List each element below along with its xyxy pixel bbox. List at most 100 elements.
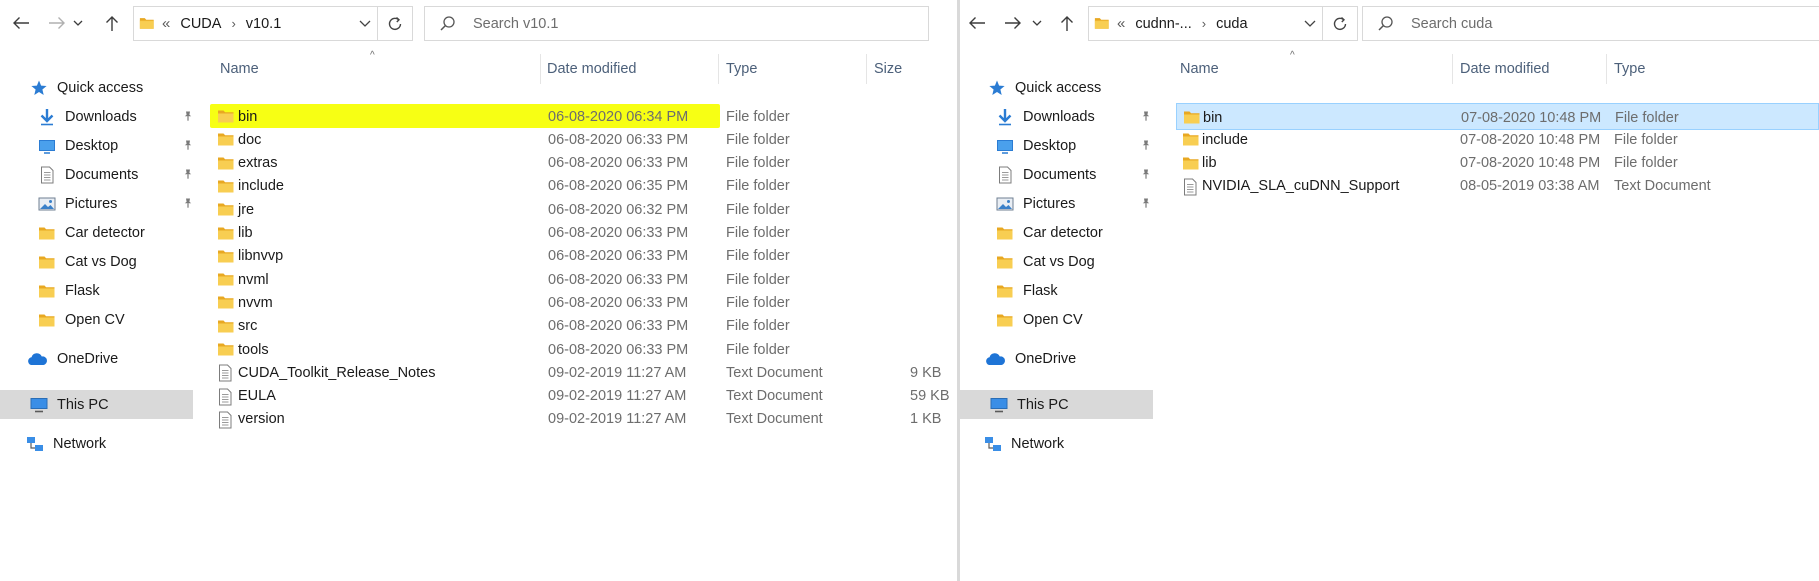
column-header-type[interactable]: Type — [726, 56, 757, 82]
sidebar-item-onedrive[interactable]: OneDrive — [26, 345, 118, 373]
forward-button[interactable] — [44, 10, 70, 36]
back-arrow-icon — [13, 17, 29, 29]
overflow-chevron[interactable]: « — [1117, 15, 1125, 32]
pin-icon[interactable] — [182, 110, 194, 122]
documents-icon — [38, 166, 56, 184]
sidebar-item-this-pc[interactable]: This PC — [0, 390, 193, 419]
search-input[interactable] — [473, 15, 773, 32]
column-header-name[interactable]: Name — [220, 56, 259, 82]
sidebar-label: OneDrive — [1015, 351, 1077, 367]
recent-locations-button[interactable] — [70, 10, 86, 36]
network-icon — [984, 435, 1002, 453]
forward-arrow-icon — [1005, 17, 1021, 29]
back-button[interactable] — [964, 10, 990, 36]
sidebar-item-pictures[interactable]: Pictures — [38, 190, 193, 218]
sidebar-item-open-cv[interactable]: Open CV — [38, 306, 125, 334]
sidebar-label: Pictures — [1023, 196, 1076, 212]
sidebar-item-desktop[interactable]: Desktop — [38, 132, 193, 160]
column-header-type[interactable]: Type — [1614, 56, 1645, 82]
sidebar-item-flask[interactable]: Flask — [996, 277, 1058, 305]
pictures-icon — [38, 195, 56, 213]
address-bar[interactable]: « CUDA › v10.1 — [133, 6, 378, 41]
sidebar-item-documents[interactable]: Documents — [38, 161, 193, 189]
sidebar-item-documents[interactable]: Documents — [996, 161, 1151, 189]
sidebar-item-quick-access[interactable]: Quick access — [988, 74, 1101, 102]
star-icon — [988, 79, 1006, 97]
search-input[interactable] — [1411, 15, 1711, 32]
sidebar-item-network[interactable]: Network — [26, 430, 106, 458]
folder-icon — [996, 253, 1014, 271]
folder-icon — [38, 253, 56, 271]
column-header-size[interactable]: Size — [874, 56, 902, 82]
address-dropdown-icon[interactable] — [359, 16, 371, 30]
sidebar-item-pictures[interactable]: Pictures — [996, 190, 1151, 218]
file-type: Text Document — [1614, 178, 1711, 195]
file-row[interactable]: NVIDIA_SLA_cuDNN_Support 08-05-2019 03:38… — [1170, 173, 1819, 200]
breadcrumb-cuda[interactable]: CUDA — [180, 16, 221, 32]
pin-icon[interactable] — [1140, 197, 1152, 209]
pin-icon[interactable] — [182, 168, 194, 180]
sidebar-item-car-detector[interactable]: Car detector — [38, 219, 145, 247]
sidebar-label: Car detector — [65, 225, 145, 241]
pin-icon[interactable] — [1140, 139, 1152, 151]
file-row[interactable]: version 09-02-2019 11:27 AM Text Document 1… — [202, 406, 958, 433]
sidebar-item-cat-vs-dog[interactable]: Cat vs Dog — [38, 248, 137, 276]
sidebar-label: Documents — [65, 167, 139, 183]
folder-icon — [996, 282, 1014, 300]
sidebar-label: Downloads — [1023, 109, 1095, 125]
sidebar-item-quick-access[interactable]: Quick access — [30, 74, 143, 102]
pin-icon[interactable] — [1140, 110, 1152, 122]
breadcrumb-separator-icon[interactable]: › — [1202, 16, 1206, 31]
file-name: NVIDIA_SLA_cuDNN_Support — [1202, 178, 1400, 195]
column-header-name[interactable]: Name — [1180, 56, 1219, 82]
recent-locations-button[interactable] — [1029, 10, 1045, 36]
explorer-window-right: « cudnn-... › cuda Quick access Download… — [960, 0, 1819, 581]
overflow-chevron[interactable]: « — [162, 15, 170, 32]
up-button[interactable] — [1057, 10, 1077, 36]
folder-icon — [217, 271, 235, 287]
column-header-date-modified[interactable]: Date modified — [1460, 56, 1549, 82]
folder-icon — [38, 224, 56, 242]
search-icon — [439, 15, 457, 33]
sidebar-item-onedrive[interactable]: OneDrive — [984, 345, 1076, 373]
sort-ascending-icon: ^ — [370, 50, 375, 61]
sidebar-label: Open CV — [1023, 312, 1083, 328]
pin-icon[interactable] — [182, 197, 194, 209]
sidebar-item-desktop[interactable]: Desktop — [996, 132, 1151, 160]
text-document-icon — [1182, 178, 1198, 196]
sidebar-label: Quick access — [57, 80, 144, 96]
sidebar-label: Cat vs Dog — [65, 254, 137, 270]
sidebar-item-downloads[interactable]: Downloads — [38, 103, 193, 131]
up-button[interactable] — [102, 10, 122, 36]
back-button[interactable] — [8, 10, 34, 36]
sidebar-item-cat-vs-dog[interactable]: Cat vs Dog — [996, 248, 1095, 276]
breadcrumb-separator-icon[interactable]: › — [231, 16, 235, 31]
breadcrumb-v10-1[interactable]: v10.1 — [246, 16, 281, 32]
sidebar-label: Desktop — [1023, 138, 1077, 154]
sidebar-item-network[interactable]: Network — [984, 430, 1064, 458]
file-type: Text Document — [726, 411, 823, 428]
search-box[interactable] — [424, 6, 929, 41]
sidebar-item-this-pc[interactable]: This PC — [960, 390, 1153, 419]
refresh-button[interactable] — [1323, 6, 1358, 41]
refresh-button[interactable] — [378, 6, 413, 41]
sidebar-label: This PC — [57, 396, 109, 413]
folder-icon — [1182, 131, 1200, 147]
sidebar-item-car-detector[interactable]: Car detector — [996, 219, 1103, 247]
sidebar-item-flask[interactable]: Flask — [38, 277, 100, 305]
breadcrumb-cuda[interactable]: cuda — [1216, 16, 1247, 32]
chevron-down-icon — [73, 20, 83, 26]
folder-icon — [996, 311, 1014, 329]
sidebar-item-open-cv[interactable]: Open CV — [996, 306, 1083, 334]
column-header-date-modified[interactable]: Date modified — [547, 56, 636, 82]
address-dropdown-icon[interactable] — [1304, 16, 1316, 30]
pin-icon[interactable] — [182, 139, 194, 151]
folder-icon — [217, 155, 235, 171]
folder-icon — [217, 225, 235, 241]
forward-button[interactable] — [1000, 10, 1026, 36]
sidebar-item-downloads[interactable]: Downloads — [996, 103, 1151, 131]
search-box[interactable] — [1362, 6, 1819, 41]
breadcrumb-cudnn[interactable]: cudnn-... — [1135, 16, 1191, 32]
pin-icon[interactable] — [1140, 168, 1152, 180]
address-bar[interactable]: « cudnn-... › cuda — [1088, 6, 1323, 41]
